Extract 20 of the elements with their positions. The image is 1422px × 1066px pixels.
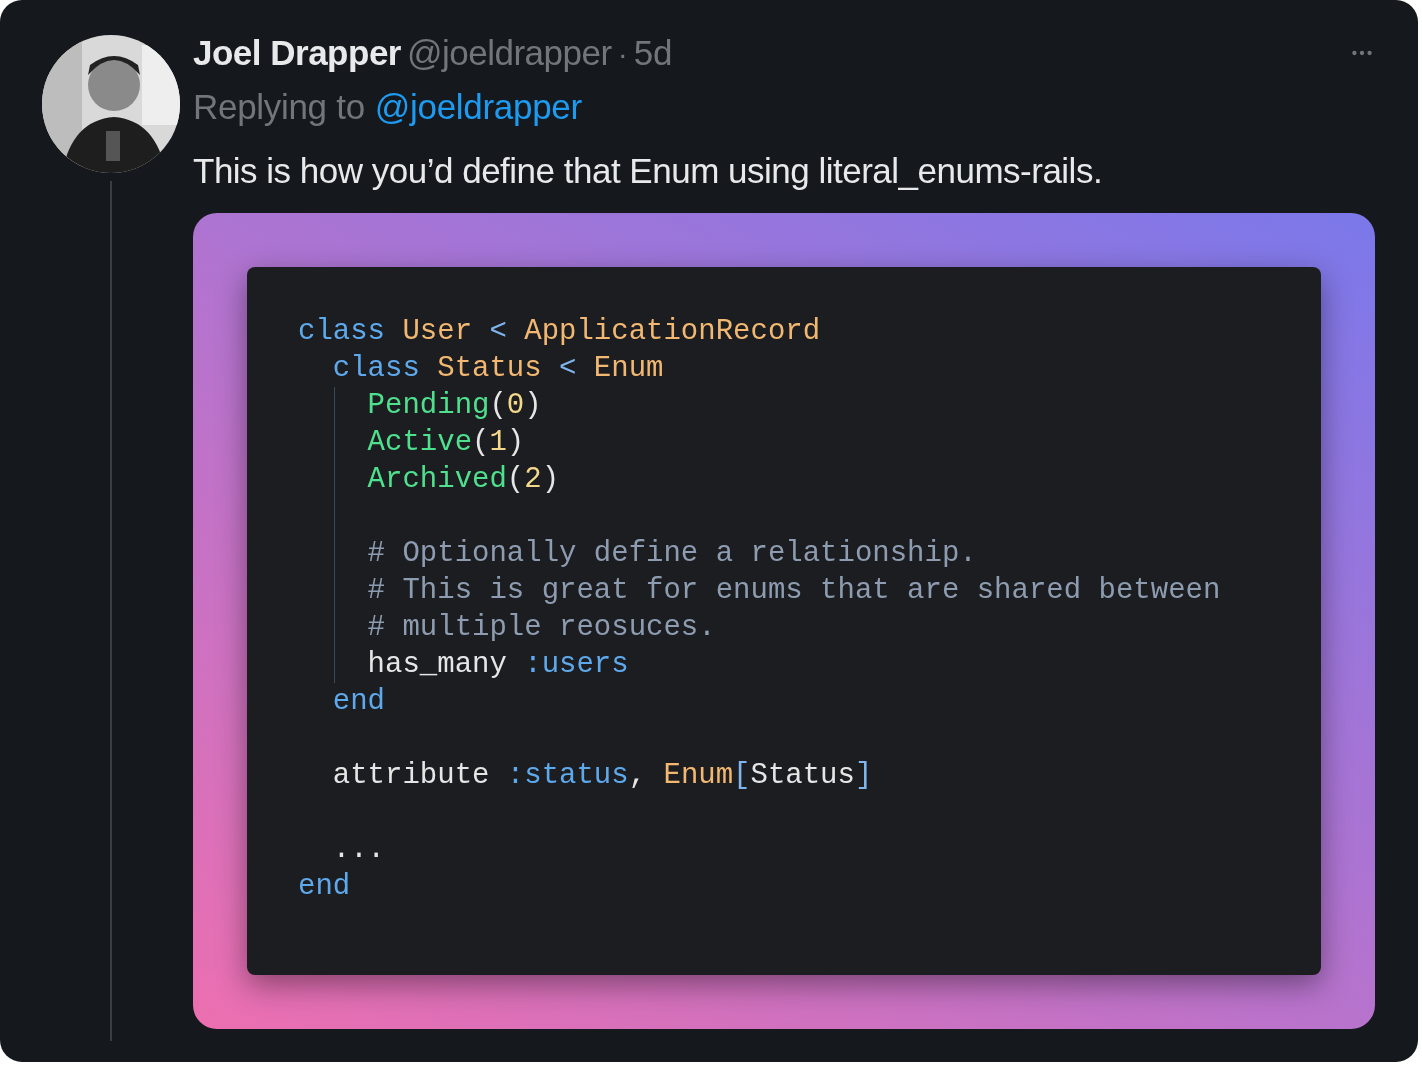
code-line: # multiple reosuces.: [366, 611, 716, 644]
tweet-time[interactable]: 5d: [633, 26, 673, 80]
author-name[interactable]: Joel Drapper: [193, 26, 401, 80]
code-line: Archived(2): [366, 463, 560, 496]
code-line: Pending(0): [366, 389, 542, 422]
code-line: # Optionally define a relationship.: [366, 537, 977, 570]
code-line: ...: [331, 833, 385, 866]
code-line: # This is great for enums that are shared between: [366, 574, 1221, 607]
tweet-text: This is how you’d define that Enum using literal_enums-rails.: [193, 150, 1104, 189]
reply-mention-link[interactable]: @joeldrapper: [374, 80, 582, 134]
code-line: end: [331, 685, 385, 718]
code-line: class User < ApplicationRecord: [298, 315, 821, 348]
code-line: class Status < Enum: [331, 352, 664, 385]
separator: ·: [617, 35, 628, 72]
code-line: Active(1): [366, 426, 525, 459]
code-line: end: [298, 870, 351, 903]
reply-label: Replying to: [193, 85, 365, 128]
code-line: attribute :status, Enum[Status]: [331, 759, 873, 792]
author-handle: @joeldrapper: [406, 31, 612, 74]
code-line: has_many :users: [366, 648, 629, 681]
